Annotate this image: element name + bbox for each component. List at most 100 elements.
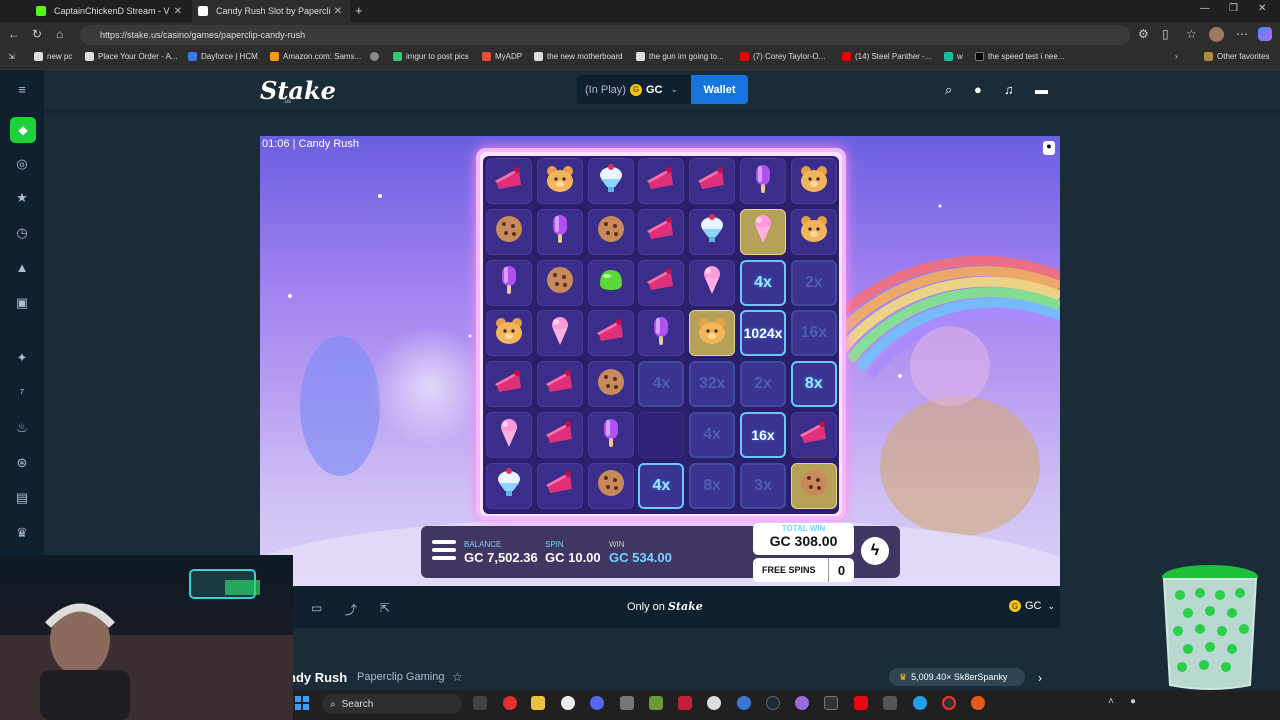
bookmark-label: Amazon.com: Sams... xyxy=(283,52,362,61)
copilot-icon[interactable] xyxy=(1258,27,1272,41)
import-favorites-icon[interactable]: ⇲ xyxy=(8,52,15,61)
multiplier-value: 32x xyxy=(698,375,726,393)
app-icon[interactable] xyxy=(795,696,809,710)
info-icon[interactable]: ● xyxy=(1043,141,1055,155)
extensions-icon[interactable]: ⚙ xyxy=(1138,27,1149,41)
favorites-icon[interactable]: ☆ xyxy=(1186,27,1197,41)
star-icon[interactable]: ★ xyxy=(14,190,30,206)
clock-icon[interactable]: ◷ xyxy=(14,225,30,241)
bookmark[interactable]: (14) Steel Panther -... xyxy=(842,52,931,61)
bookmark[interactable]: Place Your Order - A... xyxy=(85,52,178,61)
bookmark[interactable]: (7) Corey Taylor-O... xyxy=(740,52,825,61)
tray-app-icon[interactable]: ● xyxy=(1130,696,1136,707)
theatre-mode-icon[interactable]: ▭ xyxy=(311,601,322,615)
total-win-box: TOTAL WIN GC 308.00 xyxy=(753,523,854,555)
top-win-badge[interactable]: ♛ 5,009.40× Sk8erSpanky xyxy=(889,668,1025,686)
bookmark[interactable]: the gun im going to... xyxy=(636,52,724,61)
cake-icon xyxy=(595,315,627,352)
cards-icon[interactable]: ▤ xyxy=(14,490,30,506)
bookmark[interactable]: Dayforce | HCM xyxy=(188,52,258,61)
grid-cell-popsicle xyxy=(740,158,786,204)
minecraft-icon[interactable] xyxy=(649,696,663,710)
app-icon[interactable] xyxy=(737,696,751,710)
close-window-icon[interactable]: ✕ xyxy=(1258,3,1266,14)
chevron-right-icon[interactable]: › xyxy=(1038,671,1042,685)
close-icon[interactable]: ✕ xyxy=(174,6,182,17)
tray-chevron-icon[interactable]: ˄ xyxy=(1108,696,1114,707)
spin-value: GC 10.00 xyxy=(545,550,601,565)
favorite-star-icon[interactable]: ☆ xyxy=(452,670,463,684)
cookie-icon xyxy=(595,467,627,504)
opera-icon[interactable] xyxy=(503,696,517,710)
stats-icon[interactable]: ⤴ xyxy=(345,601,357,618)
multiplier-cell: 32x xyxy=(689,361,736,408)
fire-icon[interactable]: ♨ xyxy=(14,420,30,436)
steam-icon[interactable] xyxy=(766,696,780,710)
search-placeholder: Search xyxy=(341,698,374,710)
sparkle-icon[interactable]: ✦ xyxy=(14,350,30,366)
back-icon[interactable]: ← xyxy=(8,27,20,41)
crown-icon[interactable]: ♛ xyxy=(14,525,30,541)
bookmark[interactable]: w xyxy=(944,52,963,61)
tab-stream[interactable]: CaptainChickenD Stream - V ✕ xyxy=(30,0,190,22)
bookmark[interactable]: Amazon.com: Sams... xyxy=(270,52,361,61)
task-view-icon[interactable] xyxy=(473,696,487,710)
cone-icon[interactable]: ▲ xyxy=(14,260,30,275)
discord-icon[interactable] xyxy=(590,696,604,710)
chat-icon[interactable]: ▬ xyxy=(1035,82,1048,97)
cookie-icon xyxy=(595,213,627,250)
minimize-icon[interactable]: — xyxy=(1200,3,1210,14)
menu-icon[interactable]: ≡ xyxy=(14,82,30,97)
windows-start-icon[interactable] xyxy=(295,696,309,710)
bookmark[interactable]: new pc xyxy=(34,52,72,61)
reload-icon[interactable]: ↻ xyxy=(32,27,42,41)
calendar-icon[interactable]: ▣ xyxy=(14,295,30,311)
other-favorites[interactable]: Other favorites xyxy=(1204,52,1269,61)
bookmark[interactable]: the new motherboard xyxy=(534,52,623,61)
popout-icon[interactable]: ⇱ xyxy=(380,601,390,615)
game-provider[interactable]: Paperclip Gaming xyxy=(357,671,444,683)
app-icon[interactable] xyxy=(883,696,897,710)
stake-logo[interactable]: Stake xyxy=(260,76,336,105)
grid-cell-sundae xyxy=(587,158,634,204)
app-icon[interactable] xyxy=(824,696,838,710)
seven-icon[interactable]: ⁷ xyxy=(14,385,30,400)
app-icon[interactable] xyxy=(620,696,634,710)
maximize-icon[interactable]: ❐ xyxy=(1229,3,1238,14)
search-icon[interactable]: ⌕ xyxy=(945,82,952,98)
split-screen-icon[interactable]: ▯ xyxy=(1162,27,1169,41)
lightning-icon[interactable]: ϟ xyxy=(861,537,889,565)
edge-icon[interactable] xyxy=(913,696,927,710)
bookmark[interactable]: MyADP xyxy=(482,52,522,61)
game-menu-icon[interactable] xyxy=(432,540,456,562)
bookmark[interactable]: imgur to post pics xyxy=(393,52,469,61)
close-icon[interactable]: ✕ xyxy=(334,6,342,17)
multiplier-value: 2x xyxy=(754,375,772,393)
wallet-button[interactable]: Wallet xyxy=(691,75,748,104)
home-icon[interactable]: ⌂ xyxy=(56,27,63,41)
profile-avatar[interactable] xyxy=(1209,27,1224,42)
file-explorer-icon[interactable] xyxy=(531,696,545,710)
bell-icon[interactable]: ♫ xyxy=(1004,82,1014,97)
url-field[interactable]: https://stake.us/casino/games/paperclip-… xyxy=(80,25,1130,45)
target-icon[interactable]: ⊛ xyxy=(14,455,30,471)
obs-icon[interactable] xyxy=(942,696,956,710)
dzl-icon[interactable] xyxy=(678,696,692,710)
netflix-icon[interactable] xyxy=(854,696,868,710)
user-icon[interactable]: ● xyxy=(974,82,982,97)
shield-icon[interactable]: ◆ xyxy=(10,117,36,143)
app-icon[interactable] xyxy=(971,696,985,710)
more-icon[interactable]: ⋯ xyxy=(1236,27,1248,41)
taskbar-search[interactable]: ⌕ Search xyxy=(322,694,462,714)
app-icon[interactable] xyxy=(707,696,721,710)
currency-toggle[interactable]: G GC ⌄ xyxy=(1005,600,1055,612)
balance-selector[interactable]: (In Play) G GC ⌄ xyxy=(577,75,691,104)
chatgpt-icon[interactable] xyxy=(561,696,575,710)
chevron-right-icon[interactable]: › xyxy=(1175,52,1178,61)
grid-cell-cake xyxy=(790,412,837,458)
new-tab-icon[interactable]: + xyxy=(355,3,363,18)
bookmark[interactable]: the speed test i nee... xyxy=(975,52,1065,61)
casino-chip-icon[interactable]: ◎ xyxy=(14,156,30,172)
tab-candy-rush[interactable]: Candy Rush Slot by Papercli ✕ xyxy=(192,0,350,22)
bookmark[interactable] xyxy=(370,52,383,61)
